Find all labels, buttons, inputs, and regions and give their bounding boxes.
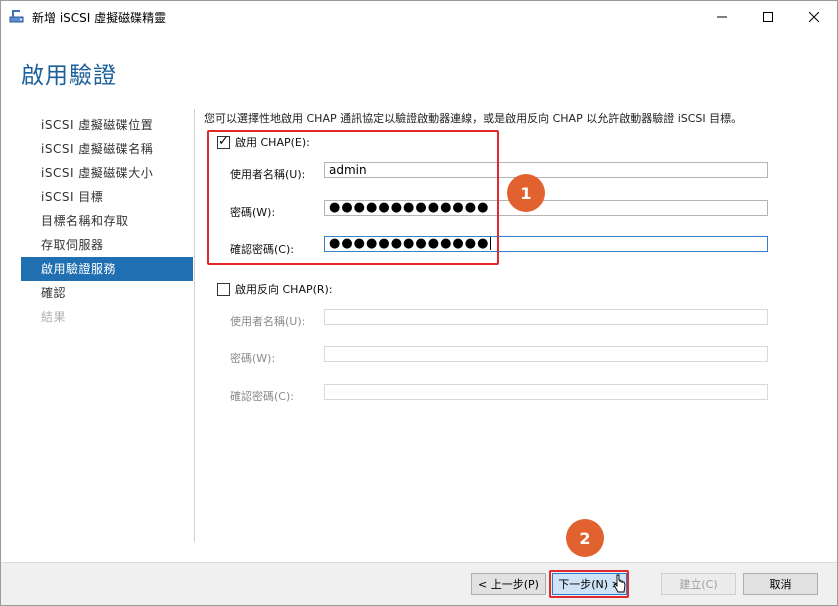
wizard-window: 新增 iSCSI 虛擬磁碟精靈 啟用驗證 iSCSI 虛擬磁碟位置 iSCSI … [0,0,838,606]
reverse-confirm-input [324,384,768,400]
step-badge-2: 2 [566,519,604,557]
window-title: 新增 iSCSI 虛擬磁碟精靈 [32,11,167,25]
previous-button[interactable]: < 上一步(P) [471,573,546,595]
maximize-button[interactable] [745,1,791,32]
nav-item-disk-location[interactable]: iSCSI 虛擬磁碟位置 [21,113,193,137]
create-button: 建立(C) [661,573,736,595]
nav-item-disk-size[interactable]: iSCSI 虛擬磁碟大小 [21,161,193,185]
close-icon [809,11,819,22]
reverse-confirm-label: 確認密碼(C): [230,390,294,403]
cancel-button[interactable]: 取消 [743,573,818,595]
reverse-username-input [324,309,768,325]
nav-item-disk-name[interactable]: iSCSI 虛擬磁碟名稱 [21,137,193,161]
close-button[interactable] [791,1,837,32]
enable-reverse-chap-label[interactable]: 啟用反向 CHAP(R): [235,281,333,297]
wizard-disk-icon [9,8,25,24]
minimize-button[interactable] [699,1,745,32]
page-title: 啟用驗證 [21,63,117,89]
enable-reverse-chap-checkbox[interactable] [217,283,230,296]
wizard-nav: iSCSI 虛擬磁碟位置 iSCSI 虛擬磁碟名稱 iSCSI 虛擬磁碟大小 i… [21,113,193,329]
nav-item-results: 結果 [41,310,67,324]
maximize-icon [763,11,773,22]
title-bar[interactable]: 新增 iSCSI 虛擬磁碟精靈 [1,1,837,32]
nav-item-access-servers[interactable]: 存取伺服器 [21,233,193,257]
reverse-password-label: 密碼(W): [230,352,276,365]
nav-item-enable-auth[interactable]: 啟用驗證服務 [21,257,193,281]
page-description: 您可以選擇性地啟用 CHAP 通訊協定以驗證啟動器連線，或是啟用反向 CHAP … [204,112,743,125]
nav-item-confirmation[interactable]: 確認 [21,281,193,305]
minimize-icon [717,16,727,17]
nav-item-target[interactable]: iSCSI 目標 [21,185,193,209]
reverse-username-label: 使用者名稱(U): [230,315,306,328]
highlight-box-1 [207,130,499,265]
nav-divider [194,109,195,542]
reverse-password-input [324,346,768,362]
nav-item-target-name-access[interactable]: 目標名稱和存取 [21,209,193,233]
mouse-cursor-icon [613,574,626,593]
step-badge-1: 1 [507,174,545,212]
